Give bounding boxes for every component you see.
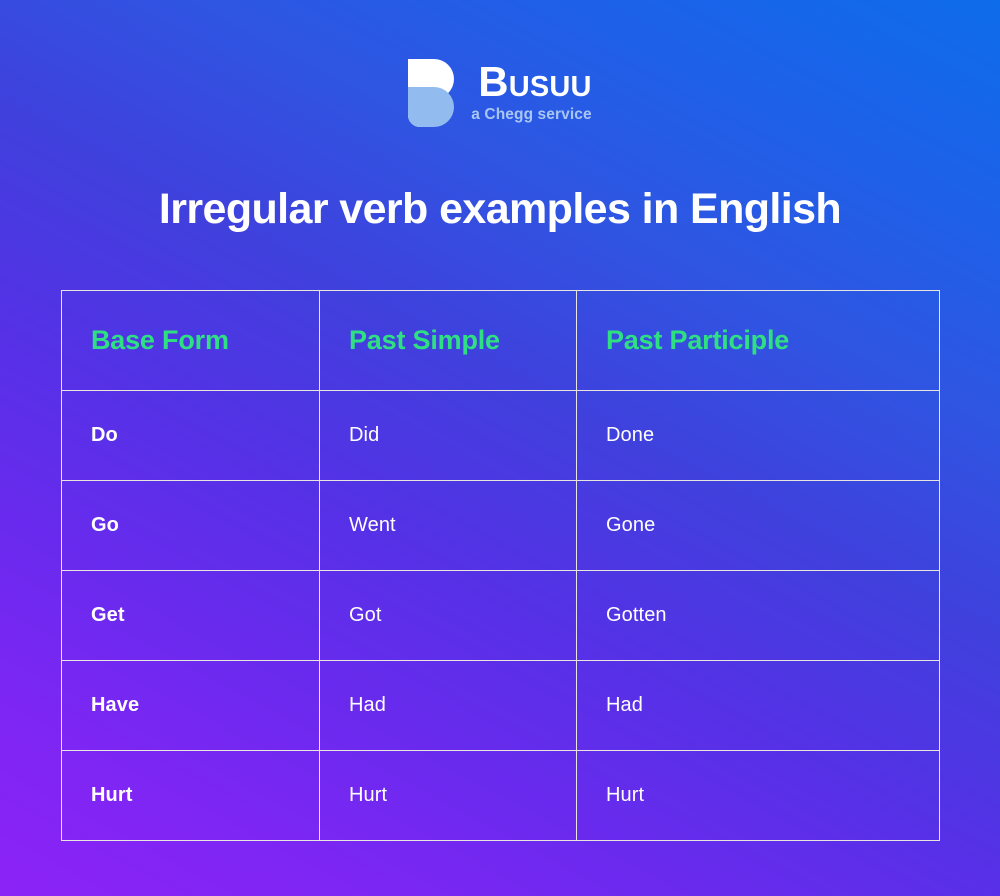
- cell-past-participle: Done: [576, 390, 940, 481]
- cell-past-simple: Did: [319, 390, 577, 481]
- cell-base-form: Do: [61, 390, 320, 481]
- cell-base-form: Get: [61, 570, 320, 661]
- column-header-past-participle: Past Participle: [576, 290, 940, 391]
- brand-name: Busuu: [478, 58, 592, 105]
- table-head: Base Form Past Simple Past Participle: [61, 290, 940, 391]
- brand-tagline: a Chegg service: [471, 106, 592, 123]
- cell-past-participle: Had: [576, 660, 940, 751]
- table-header-row: Base Form Past Simple Past Participle: [61, 290, 940, 391]
- cell-past-participle: Hurt: [576, 750, 940, 841]
- poster-canvas: Busuu a Chegg service Irregular verb exa…: [0, 0, 1000, 896]
- cell-past-simple: Hurt: [319, 750, 577, 841]
- busuu-b-logo-icon: [408, 59, 455, 127]
- wordmark-block: Busuu a Chegg service: [471, 58, 591, 124]
- page-title: Irregular verb examples in English: [158, 185, 842, 233]
- table-row: Go Went Gone: [61, 480, 940, 571]
- table-body: Do Did Done Go Went Gone Get Got Gotten …: [61, 390, 940, 841]
- cell-past-simple: Went: [319, 480, 577, 571]
- brand-inner: Busuu a Chegg service: [408, 58, 592, 127]
- cell-base-form: Have: [61, 660, 320, 751]
- column-header-base-form: Base Form: [61, 290, 320, 391]
- table-row: Hurt Hurt Hurt: [61, 750, 940, 841]
- cell-base-form: Hurt: [61, 750, 320, 841]
- irregular-verb-table: Base Form Past Simple Past Participle Do…: [61, 290, 940, 841]
- cell-past-participle: Gotten: [576, 570, 940, 661]
- cell-past-participle: Gone: [576, 480, 940, 571]
- cell-past-simple: Had: [319, 660, 577, 751]
- brand-lockup: Busuu a Chegg service: [0, 58, 1000, 127]
- table-row: Get Got Gotten: [61, 570, 940, 661]
- cell-base-form: Go: [61, 480, 320, 571]
- cell-past-simple: Got: [319, 570, 577, 661]
- column-header-past-simple: Past Simple: [319, 290, 577, 391]
- table-row: Do Did Done: [61, 390, 940, 481]
- table-row: Have Had Had: [61, 660, 940, 751]
